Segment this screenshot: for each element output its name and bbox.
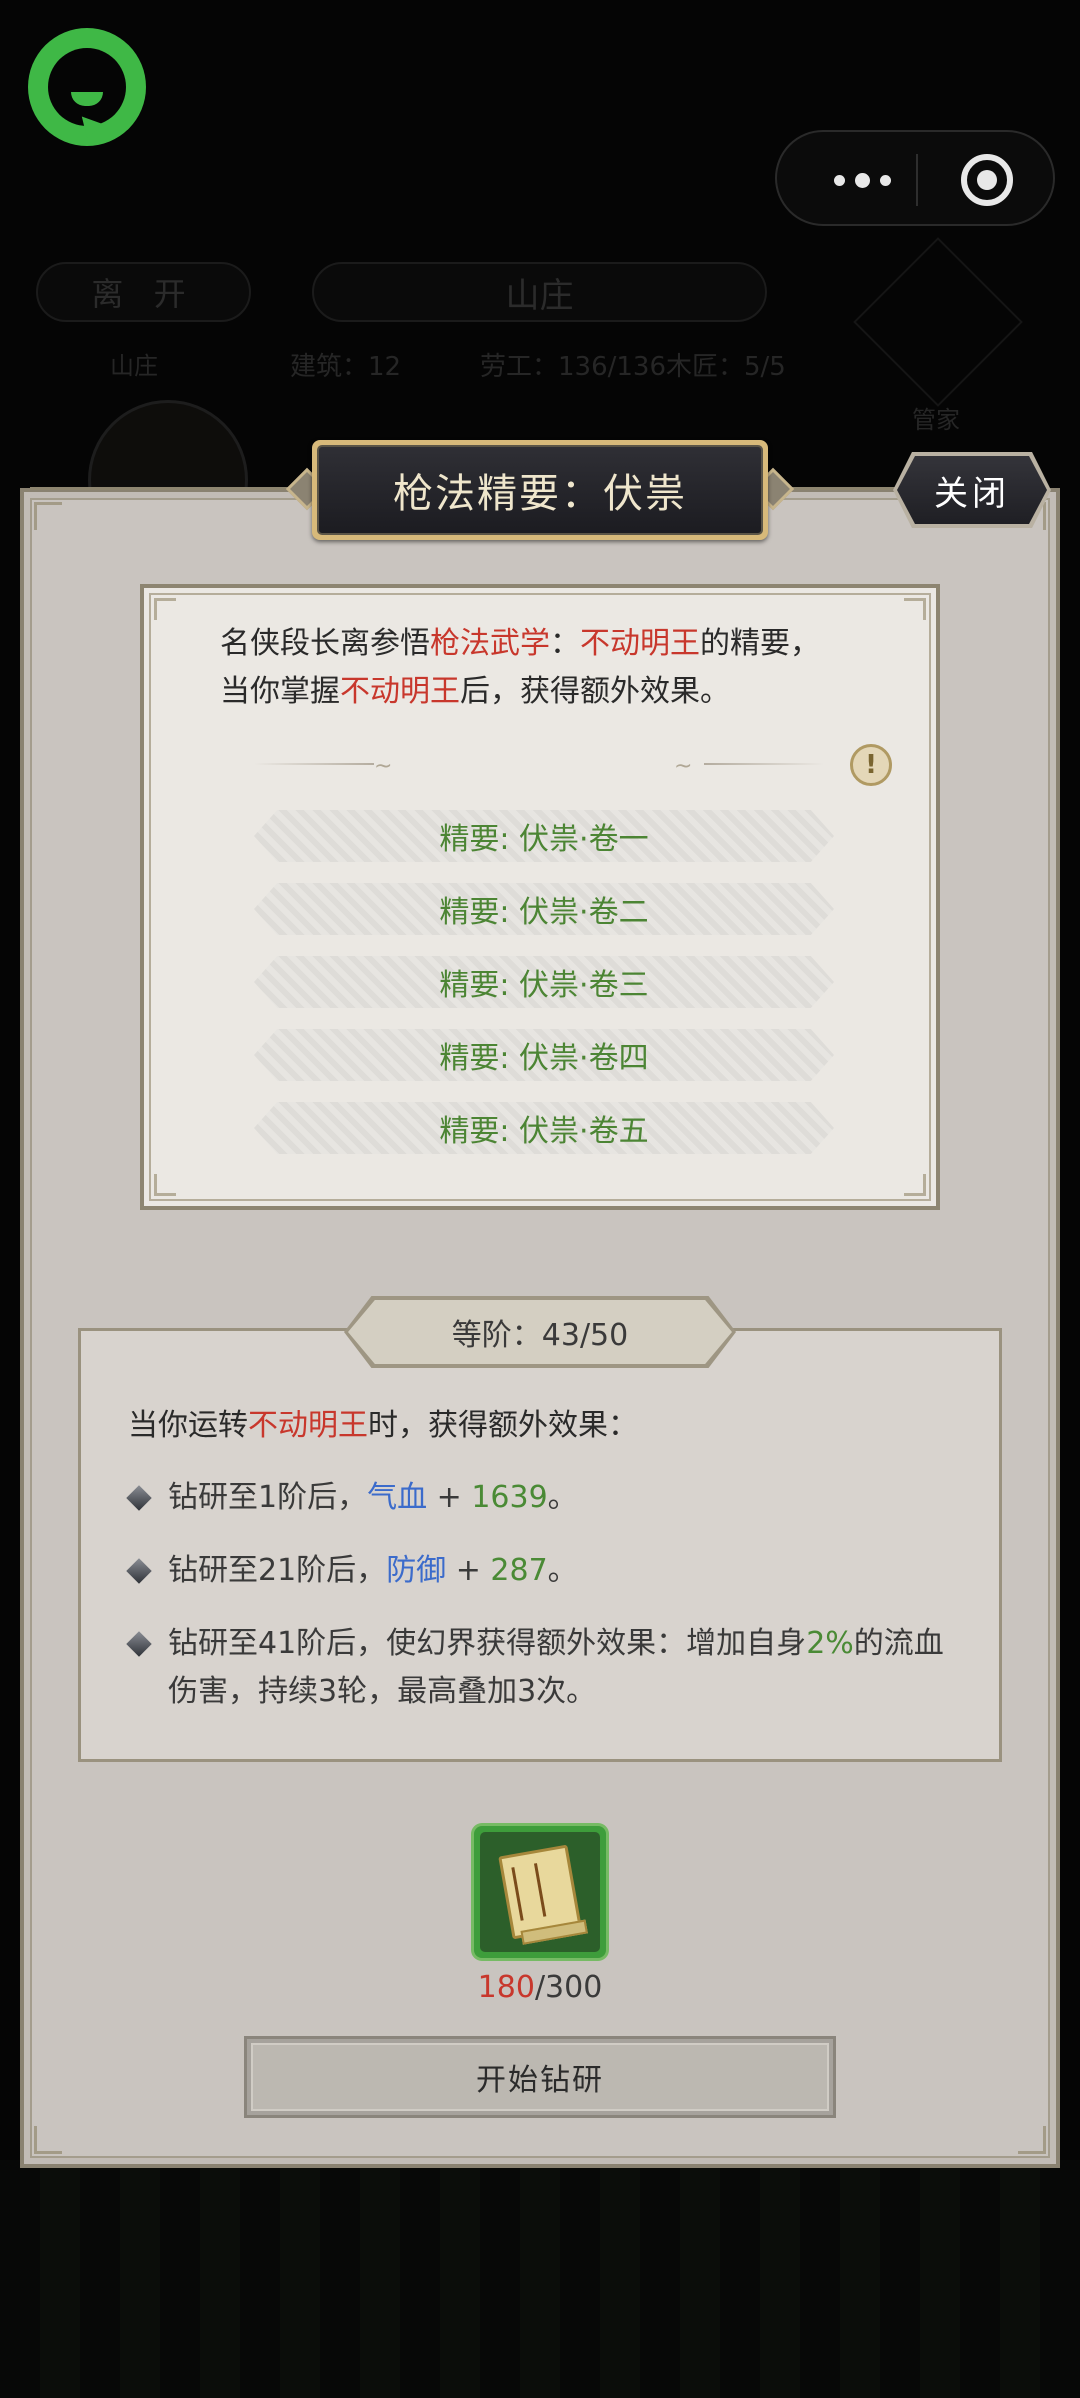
more-options-icon[interactable] bbox=[817, 162, 907, 198]
leave-button: 离 开 bbox=[36, 262, 251, 322]
level-badge: 等阶：43/50 bbox=[344, 1296, 736, 1368]
effect-item-1: 钻研至1阶后，气血 + 1639。 bbox=[126, 1474, 948, 1522]
manual-book-icon bbox=[498, 1844, 582, 1940]
close-miniprogram-icon[interactable] bbox=[961, 154, 1013, 206]
volume-item-4[interactable]: 精要: 伏祟·卷四 bbox=[254, 1029, 834, 1081]
wechat-logo-icon bbox=[28, 28, 146, 146]
steward-label: 管家 bbox=[912, 406, 960, 434]
diamond-bullet-icon bbox=[126, 1631, 152, 1657]
essence-box: 名侠段长离参悟枪法武学：不动明王的精要， 当你掌握不动明王后，获得额外效果。 ~… bbox=[140, 584, 940, 1210]
dialog-title: 枪法精要：伏祟 bbox=[312, 440, 768, 540]
start-study-button[interactable]: 开始钻研 bbox=[244, 2036, 836, 2118]
essence-intro: 名侠段长离参悟枪法武学：不动明王的精要， 当你掌握不动明王后，获得额外效果。 bbox=[220, 626, 820, 709]
miniprogram-capsule bbox=[775, 130, 1055, 226]
steward-icon bbox=[853, 237, 1023, 407]
volume-item-3[interactable]: 精要: 伏祟·卷三 bbox=[254, 956, 834, 1008]
divider-curl-right-icon: ~ bbox=[674, 754, 693, 779]
effect-item-3: 钻研至41阶后，使幻界获得额外效果：增加自身2%的流血伤害，持续3轮，最高叠加3… bbox=[126, 1620, 948, 1716]
manor-side-label: 山庄 bbox=[110, 352, 158, 380]
manor-title: 山庄 bbox=[312, 262, 767, 322]
material-count: 180/300 bbox=[477, 1970, 603, 2005]
diamond-bullet-icon bbox=[126, 1558, 152, 1584]
workers-stat: 劳工：136/136 bbox=[480, 352, 667, 382]
buildings-stat: 建筑：12 bbox=[290, 352, 402, 382]
volume-item-1[interactable]: 精要: 伏祟·卷一 bbox=[254, 810, 834, 862]
carpenter-stat: 木匠：5/5 bbox=[666, 352, 786, 382]
divider-curl-left-icon: ~ bbox=[374, 754, 393, 779]
info-icon[interactable]: ! bbox=[850, 744, 892, 786]
effect-heading: 当你运转不动明王时，获得额外效果： bbox=[128, 1408, 638, 1443]
divider-right bbox=[704, 763, 824, 765]
effect-item-2: 钻研至21阶后，防御 + 287。 bbox=[126, 1547, 948, 1595]
volume-item-5[interactable]: 精要: 伏祟·卷五 bbox=[254, 1102, 834, 1154]
divider-left bbox=[254, 763, 374, 765]
close-button[interactable]: 关闭 bbox=[893, 452, 1051, 528]
title-ornament-line-left bbox=[30, 487, 312, 490]
volume-item-2[interactable]: 精要: 伏祟·卷二 bbox=[254, 883, 834, 935]
background-scenery bbox=[0, 2160, 1080, 2398]
study-material-item[interactable] bbox=[474, 1826, 606, 1958]
diamond-bullet-icon bbox=[126, 1485, 152, 1511]
